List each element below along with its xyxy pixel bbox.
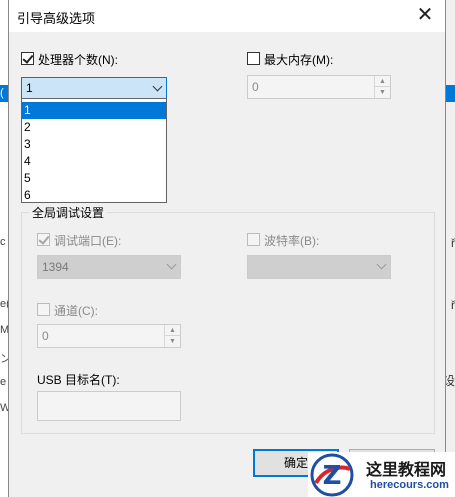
max-memory-stepper[interactable]: 0 ▲ ▼ bbox=[247, 75, 391, 99]
max-memory-label: 最大内存(M): bbox=[264, 53, 334, 67]
svg-text:Z: Z bbox=[323, 461, 342, 491]
processor-count-value: 1 bbox=[26, 81, 33, 95]
chevron-down-icon bbox=[166, 259, 177, 270]
close-icon[interactable]: ✕ bbox=[413, 4, 437, 28]
spin-up-icon[interactable]: ▲ bbox=[375, 76, 390, 87]
channel-checkbox[interactable] bbox=[37, 303, 50, 316]
title-bar: 引导高级选项 ✕ bbox=[9, 0, 445, 32]
baud-rate-checkbox[interactable] bbox=[247, 233, 260, 246]
background-text: e bbox=[0, 376, 7, 388]
background-text: ř bbox=[451, 298, 455, 312]
chevron-down-icon bbox=[152, 81, 163, 92]
background-text: ( bbox=[0, 87, 4, 99]
debug-group-title: 全局调试设置 bbox=[29, 204, 108, 221]
background-window-left: ( c e( M ン e W bbox=[0, 0, 11, 497]
processor-option[interactable]: 5 bbox=[22, 170, 166, 187]
processor-option[interactable]: 6 bbox=[22, 187, 166, 204]
site-watermark: Z 这里教程网 herecours.com bbox=[308, 452, 455, 497]
processor-option[interactable]: 3 bbox=[22, 136, 166, 153]
watermark-url: herecours.com bbox=[370, 479, 449, 491]
watermark-logo-icon: Z bbox=[310, 453, 354, 497]
debug-port-checkbox[interactable] bbox=[37, 233, 50, 246]
channel-stepper[interactable]: 0 ▲ ▼ bbox=[37, 324, 181, 348]
usb-target-input[interactable] bbox=[37, 391, 181, 421]
boot-advanced-options-dialog: 引导高级选项 ✕ 处理器个数(N): 1 最大内存(M): 0 ▲ ▼ 全局调试… bbox=[8, 0, 446, 497]
spin-up-icon[interactable]: ▲ bbox=[165, 325, 180, 336]
watermark-name: 这里教程网 bbox=[366, 460, 447, 479]
chevron-down-icon bbox=[376, 259, 387, 270]
dialog-title: 引导高级选项 bbox=[17, 11, 96, 26]
channel-value: 0 bbox=[42, 329, 49, 343]
processor-count-select[interactable]: 1 bbox=[21, 77, 167, 99]
processor-option[interactable]: 2 bbox=[22, 119, 166, 136]
processor-count-label: 处理器个数(N): bbox=[38, 53, 118, 67]
usb-target-label: USB 目标名(T): bbox=[37, 373, 120, 387]
max-memory-value: 0 bbox=[252, 80, 259, 94]
baud-rate-label: 波特率(B): bbox=[264, 234, 320, 248]
background-text: ř bbox=[451, 236, 455, 250]
debug-port-label: 调试端口(E): bbox=[54, 234, 122, 248]
processor-option[interactable]: 1 bbox=[22, 102, 166, 119]
processor-count-dropdown: 1 2 3 4 5 6 bbox=[21, 98, 167, 203]
background-text: c bbox=[0, 236, 6, 248]
spin-down-icon[interactable]: ▼ bbox=[165, 336, 180, 347]
processor-option[interactable]: 4 bbox=[22, 153, 166, 170]
background-selection bbox=[446, 85, 455, 102]
channel-label: 通道(C): bbox=[54, 304, 98, 318]
debug-port-select[interactable]: 1394 bbox=[37, 255, 181, 279]
debug-port-value: 1394 bbox=[42, 260, 69, 274]
baud-rate-select[interactable] bbox=[247, 255, 391, 279]
background-window-right: ř ř 设 bbox=[443, 0, 455, 497]
spin-down-icon[interactable]: ▼ bbox=[375, 87, 390, 98]
processor-count-checkbox[interactable] bbox=[21, 52, 34, 65]
max-memory-checkbox[interactable] bbox=[247, 52, 260, 65]
